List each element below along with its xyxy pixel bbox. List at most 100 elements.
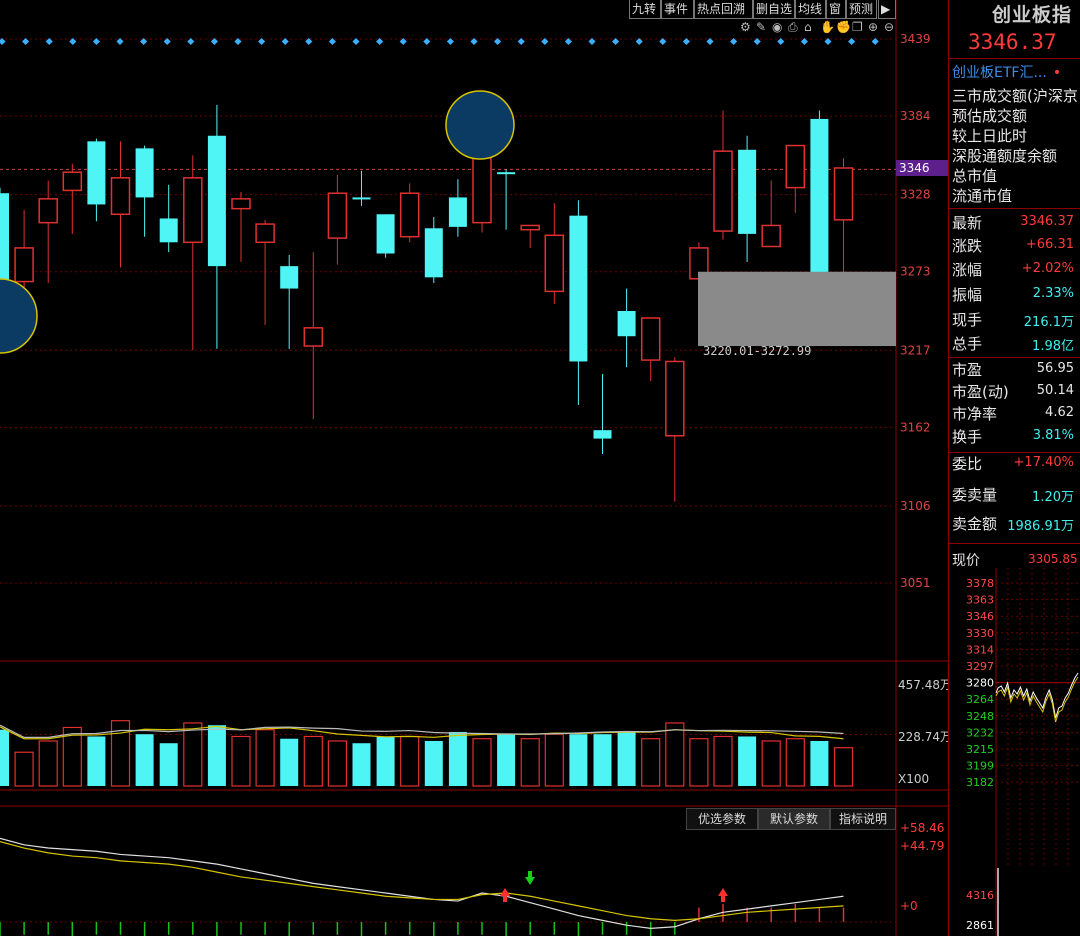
tab-preferred-params[interactable]: 优选参数 (686, 808, 758, 830)
quote-label: 涨跌 (952, 237, 983, 255)
event-marker-icon (281, 37, 289, 46)
info-row: 总市值 (952, 167, 998, 185)
event-marker-icon (352, 37, 360, 46)
toolbar-button-0[interactable]: 九转 (629, 0, 661, 19)
index-price: 3346.37 (968, 30, 1057, 54)
volume-bar-down (87, 736, 106, 786)
candle-body-up (833, 167, 854, 221)
quote-value: 50.14 (1036, 383, 1074, 398)
candle-body-up (303, 327, 324, 347)
zoom-out-icon[interactable]: ⊖ (884, 20, 894, 34)
mini-tick-label: 3363 (966, 594, 994, 607)
mini-tick-label: 3264 (966, 693, 994, 706)
candle-body-up (14, 247, 34, 283)
tab-indicator-help[interactable]: 指标说明 (830, 808, 896, 830)
mini-vol-tick: 2861 (966, 919, 994, 932)
event-marker-icon (423, 37, 431, 46)
volume-bar-down (569, 734, 588, 786)
event-marker-icon (258, 37, 266, 46)
index-title: 创业板指 (992, 4, 1073, 26)
volume-bar-up (472, 738, 492, 787)
sell-signal-arrow-icon (525, 871, 535, 885)
info-row: 三市成交额(沪深京 (952, 87, 1078, 105)
current-price-tag: 3346 (896, 160, 951, 176)
marker-circle-icon (445, 90, 515, 160)
volume-multiplier: X100 (898, 772, 930, 786)
pen-icon[interactable]: ✎ (756, 20, 766, 34)
candle-body-up (520, 224, 540, 231)
intraday-mini-chart[interactable]: 3378 3363 3346 3330 3314 3297 3280 3264 3248 3232… (948, 568, 1080, 936)
mini-tick-label: 3248 (966, 710, 994, 723)
indicator-line-fast (0, 837, 844, 929)
candle-body-up (38, 198, 58, 224)
volume-bar-up (183, 722, 203, 787)
quote-value: +2.02% (1021, 261, 1074, 276)
quote-label: 市盈(动) (952, 383, 1009, 401)
print-icon[interactable]: ⎙ (788, 20, 798, 35)
candle-body-up (761, 224, 781, 248)
candle-body-down (569, 215, 588, 362)
volume-bar-up (400, 735, 420, 787)
etf-link[interactable]: 创业板ETF汇... • (952, 62, 1061, 82)
candle-body-up (183, 177, 203, 244)
candle-body-up (544, 234, 565, 293)
volume-bar-up (14, 751, 34, 787)
chart-area[interactable]: 3439 3384 3328 3273 3217 3162 3106 3051 (0, 0, 1080, 936)
quote-label: 市净率 (952, 405, 998, 423)
quote-value: 1986.91万 (1007, 519, 1074, 534)
event-marker-icon (612, 37, 620, 46)
hand-icon[interactable]: ✋ (820, 20, 835, 34)
toolbar-button-4[interactable]: 均线 (795, 0, 826, 19)
candle-body-down (497, 172, 516, 175)
toolbar-button-3[interactable]: 删自选 (753, 0, 795, 19)
volume-mid-label: 228.74万 (898, 730, 952, 744)
home-icon[interactable]: ⌂ (804, 20, 812, 34)
candle-body-down (280, 266, 299, 289)
buy-signal-arrow-icon (500, 888, 510, 902)
settings-icon[interactable]: ⚙ (740, 20, 751, 34)
expand-icon[interactable]: ▶ (878, 0, 896, 19)
volume-bar-down (207, 725, 226, 786)
eye-icon[interactable]: ◉ (772, 20, 782, 34)
event-marker-icon (163, 37, 171, 46)
candle-body-up (472, 151, 492, 224)
tab-default-params[interactable]: 默认参数 (758, 808, 830, 830)
candle-body-down (738, 149, 757, 234)
etf-link-text[interactable]: 创业板ETF汇... (952, 65, 1047, 81)
copy-icon[interactable]: ❐ (852, 20, 863, 34)
toolbar-button-2[interactable]: 热点回溯 (694, 0, 753, 19)
candle-body-up (327, 192, 348, 239)
support-zone-box (698, 271, 896, 347)
toolbar-button-5[interactable]: 窗 (826, 0, 846, 19)
quote-value: 56.95 (1036, 361, 1074, 376)
candle-body-down (617, 311, 636, 337)
event-marker-icon (517, 37, 525, 46)
quote-value: 1.20万 (1032, 490, 1074, 505)
volume-bar-down (135, 734, 154, 786)
event-marker-icon (777, 37, 785, 46)
price-tick-label: 3106 (900, 499, 931, 513)
volume-bar-down (810, 740, 829, 786)
now-price-value: 3305.85 (1028, 552, 1078, 566)
volume-bar-up (785, 738, 805, 787)
quote-label: 总手 (952, 335, 983, 353)
quote-label: 委比 (952, 455, 983, 473)
kline-chart[interactable]: 3439 3384 3328 3273 3217 3162 3106 3051 (0, 0, 948, 936)
alert-dot-icon: • (1052, 65, 1062, 81)
candle-body-up (110, 177, 131, 216)
event-marker-icon (588, 37, 596, 46)
volume-bar-up (255, 729, 275, 787)
volume-bar-up (833, 747, 854, 787)
info-row: 流通市值 (952, 187, 1013, 205)
toolbar-button-6[interactable]: 预测 (846, 0, 877, 19)
volume-bar-down (0, 729, 9, 786)
event-marker-icon (187, 37, 195, 46)
mini-tick-label: 3330 (966, 627, 994, 640)
event-marker-icon (92, 37, 100, 46)
mini-tick-label: 3232 (966, 726, 994, 739)
toolbar-button-1[interactable]: 事件 (661, 0, 694, 19)
info-row: 预估成交额 (952, 107, 1028, 125)
grab-icon[interactable]: ✊ (836, 20, 851, 34)
zoom-in-icon[interactable]: ⊕ (868, 20, 878, 34)
volume-bar-down (738, 736, 757, 786)
